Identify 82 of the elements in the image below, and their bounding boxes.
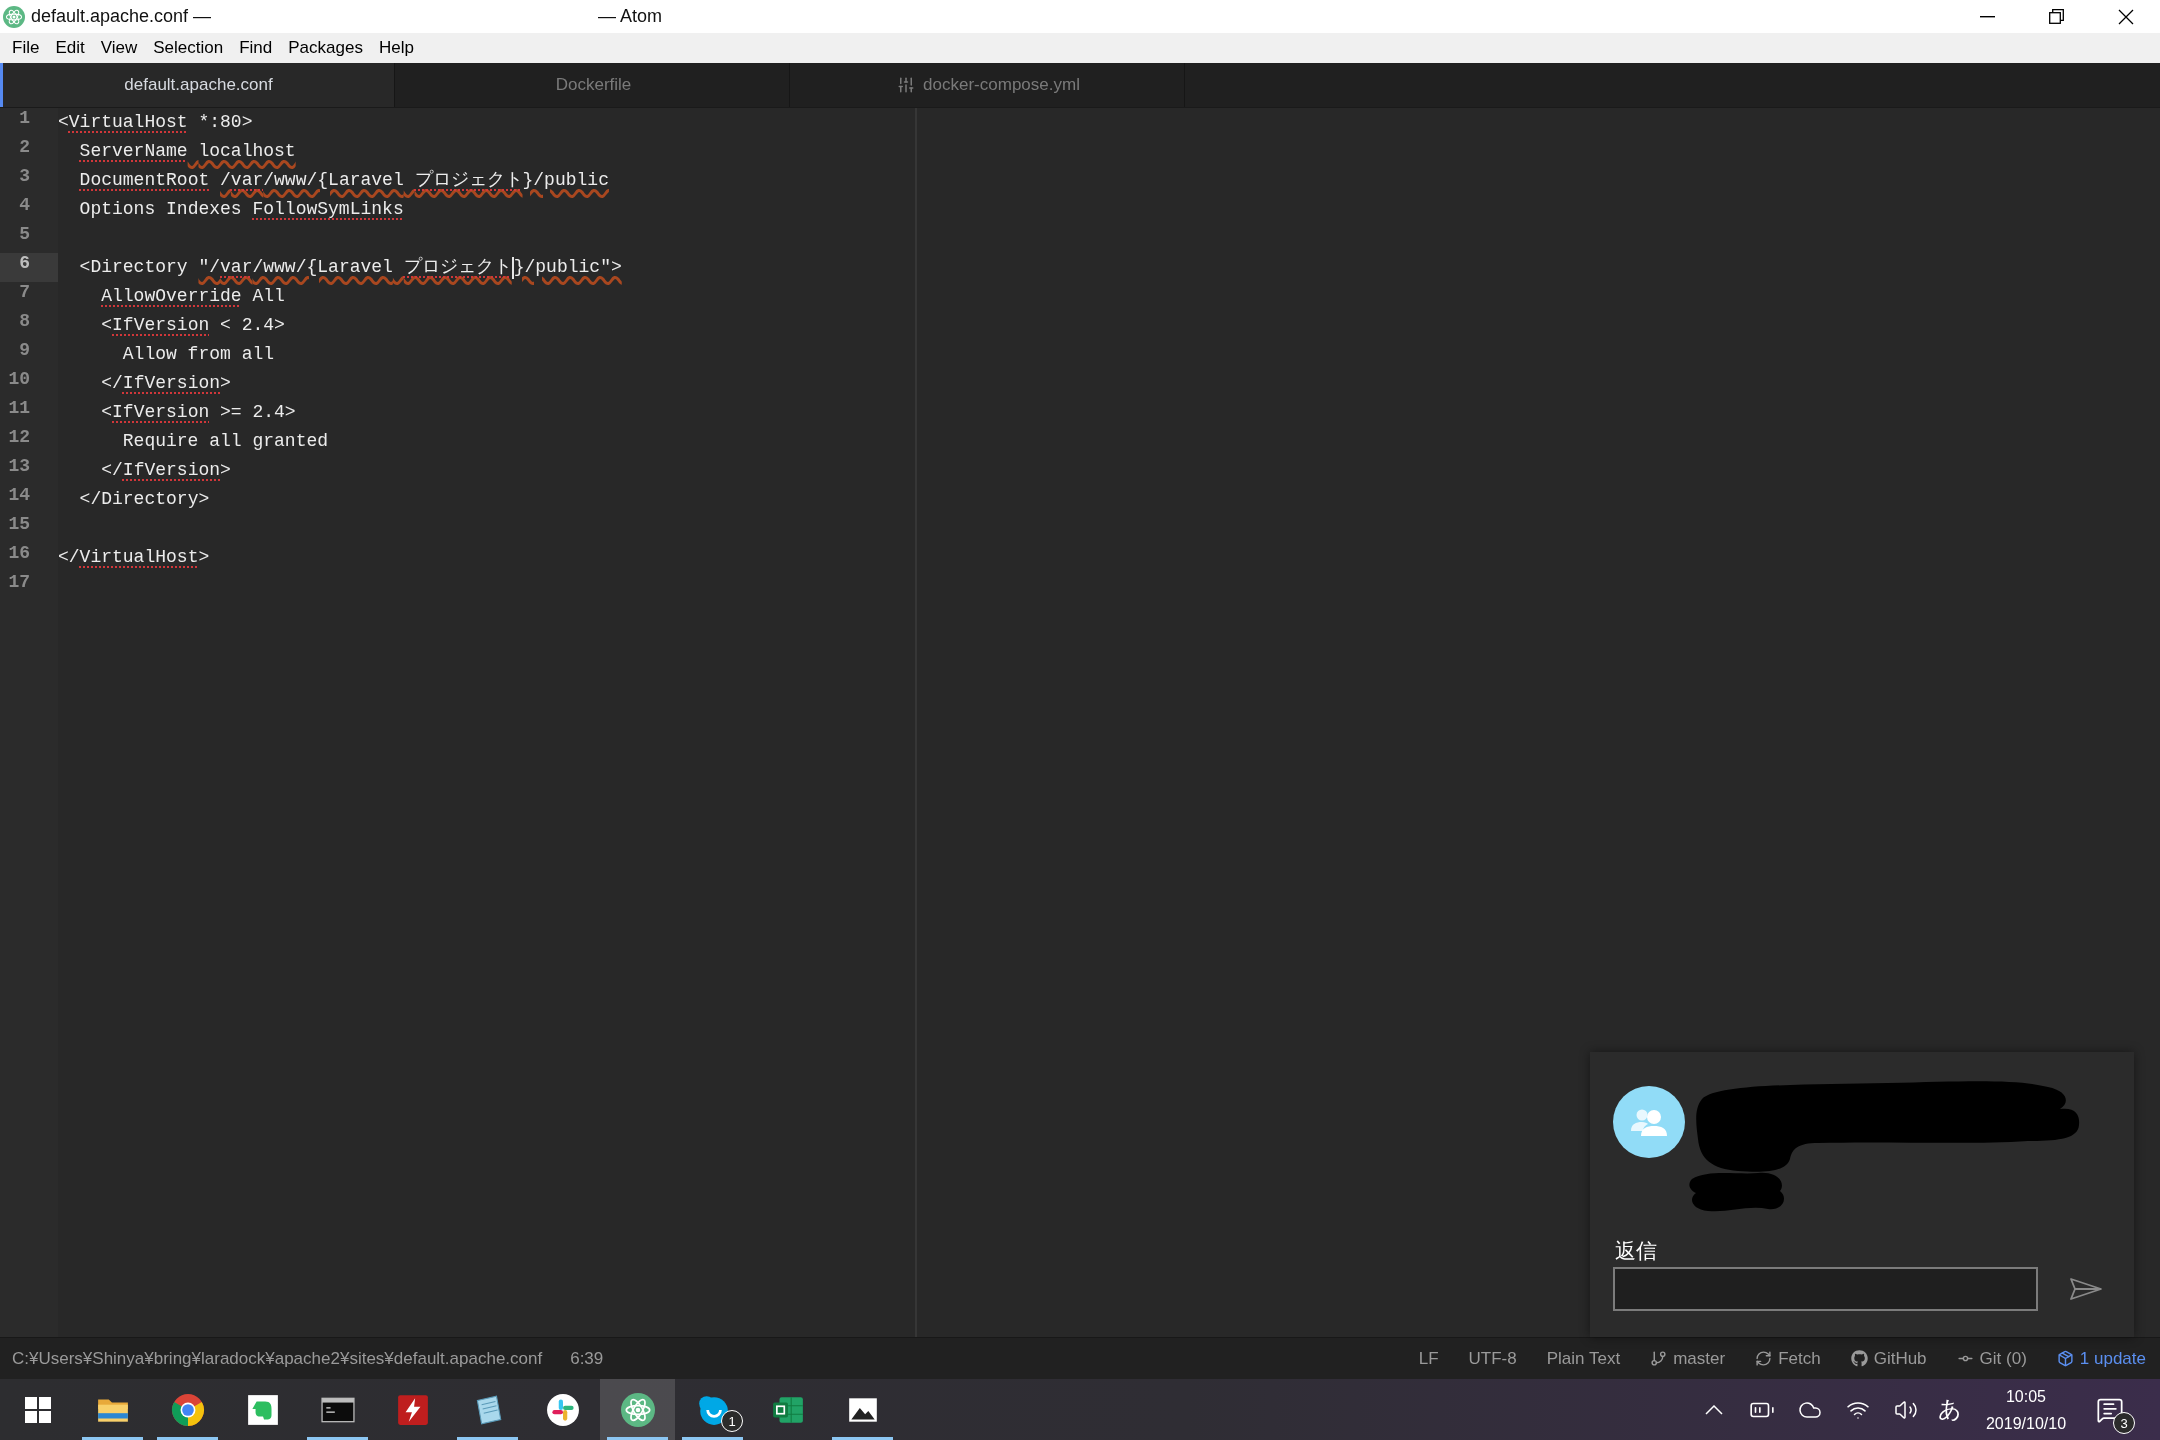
window-title: default.apache.conf — bbox=[31, 6, 212, 27]
taskbar-app-button[interactable] bbox=[600, 1379, 675, 1440]
refresh-icon bbox=[1755, 1350, 1773, 1367]
line-number: 4 bbox=[18, 195, 31, 217]
status-bar-button[interactable]: LF bbox=[1418, 1348, 1439, 1369]
menu-item[interactable]: Selection bbox=[145, 33, 232, 63]
send-icon bbox=[2069, 1277, 2103, 1301]
menu-item[interactable]: File bbox=[4, 33, 48, 63]
line-number: 11 bbox=[7, 398, 31, 420]
code-text: }/public"> bbox=[513, 256, 622, 279]
clock-date: 2019/10/10 bbox=[1985, 1413, 2067, 1434]
app-title: — Atom bbox=[598, 6, 663, 27]
start-menu-icon bbox=[24, 1396, 51, 1423]
notes-app-icon bbox=[245, 1392, 280, 1427]
minimize-icon bbox=[1980, 15, 1995, 18]
code-text: <IfVersion < 2.4> bbox=[101, 314, 285, 337]
count-badge: 1 bbox=[721, 1410, 743, 1432]
line-number: 17 bbox=[7, 572, 31, 594]
taskbar-app-button[interactable]: 1 bbox=[675, 1379, 750, 1440]
count-badge: 3 bbox=[2113, 1412, 2135, 1434]
browser-icon bbox=[170, 1392, 205, 1427]
line-number: 6 bbox=[0, 253, 58, 282]
package-icon bbox=[2056, 1350, 2074, 1367]
status-bar-button[interactable]: GitHub bbox=[1850, 1348, 1927, 1369]
line-number: 2 bbox=[18, 137, 31, 159]
line-number: 14 bbox=[7, 485, 31, 507]
code-text: ServerName localhost bbox=[79, 140, 296, 163]
reply-label: 返信 bbox=[1614, 1239, 1657, 1263]
branch-icon bbox=[1650, 1350, 1668, 1367]
code-text: </Directory> bbox=[79, 488, 210, 511]
status-bar-button[interactable]: Git (0) bbox=[1956, 1348, 2027, 1369]
close-icon bbox=[2117, 8, 2134, 25]
line-number: 12 bbox=[7, 427, 31, 449]
line-number: 8 bbox=[18, 311, 31, 333]
menu-item[interactable]: View bbox=[92, 33, 146, 63]
input-mode-button[interactable]: あ bbox=[1930, 1379, 1970, 1440]
menu-item[interactable]: Edit bbox=[47, 33, 93, 63]
line-number: 1 bbox=[18, 108, 31, 130]
line-number: 7 bbox=[18, 282, 31, 304]
code-text: Options Indexes FollowSymLinks bbox=[79, 198, 404, 221]
menu-item[interactable]: Packages bbox=[280, 33, 371, 63]
file-path[interactable]: C:¥Users¥Shinya¥bring¥laradock¥apache2¥sites¥default.apache.conf bbox=[12, 1348, 543, 1369]
action-center-button[interactable]: 3 bbox=[2082, 1379, 2138, 1440]
sliders-icon bbox=[897, 76, 916, 94]
line-number: 16 bbox=[7, 543, 31, 565]
menu-item[interactable]: Find bbox=[231, 33, 281, 63]
line-number: 10 bbox=[7, 369, 31, 391]
code-text: <IfVersion >= 2.4> bbox=[101, 401, 296, 424]
line-number: 3 bbox=[18, 166, 31, 188]
line-number: 13 bbox=[7, 456, 31, 478]
github-logo-icon bbox=[1850, 1350, 1868, 1367]
cursor-position[interactable]: 6:39 bbox=[570, 1348, 604, 1369]
send-button[interactable] bbox=[2069, 1277, 2103, 1301]
code-text: </IfVersion> bbox=[101, 372, 231, 395]
status-bar-button[interactable]: Plain Text bbox=[1546, 1348, 1621, 1369]
lightning-tile-icon bbox=[395, 1392, 430, 1427]
code-text: <VirtualHost *:80> bbox=[58, 111, 253, 134]
code-text: AllowOverride All bbox=[101, 285, 285, 308]
pinwheel-icon bbox=[545, 1392, 580, 1427]
code-text: <Directory "/var/www/{Laravel プロジェクト bbox=[79, 255, 512, 279]
group-avatar-icon bbox=[1613, 1086, 1685, 1158]
restore-icon bbox=[2049, 9, 2064, 24]
line-number: 15 bbox=[7, 514, 31, 536]
code-text: </VirtualHost> bbox=[58, 546, 210, 569]
atom-logo-icon bbox=[3, 5, 25, 28]
atom-icon bbox=[620, 1392, 655, 1427]
status-bar-button[interactable]: UTF-8 bbox=[1468, 1348, 1517, 1369]
text-cursor bbox=[511, 256, 514, 279]
chevron-up-icon bbox=[1705, 1404, 1723, 1415]
status-bar-button[interactable]: Fetch bbox=[1755, 1348, 1821, 1369]
line-number: 5 bbox=[18, 224, 31, 246]
code-text: Allow from all bbox=[122, 343, 275, 366]
line-number: 9 bbox=[18, 340, 31, 362]
editor-tab[interactable]: default.apache.conf bbox=[0, 63, 395, 107]
clock-time: 10:05 bbox=[2005, 1386, 2046, 1407]
code-text: DocumentRoot /var/www/{Laravel プロジェクト}/public bbox=[79, 168, 609, 192]
status-bar-button[interactable]: master bbox=[1650, 1348, 1726, 1369]
status-bar-button[interactable]: 1 update bbox=[2056, 1348, 2146, 1369]
code-text: </IfVersion> bbox=[101, 459, 231, 482]
code-text: Require all granted bbox=[122, 430, 329, 453]
reply-input[interactable] bbox=[1613, 1267, 2038, 1311]
menu-item[interactable]: Help bbox=[370, 33, 422, 63]
